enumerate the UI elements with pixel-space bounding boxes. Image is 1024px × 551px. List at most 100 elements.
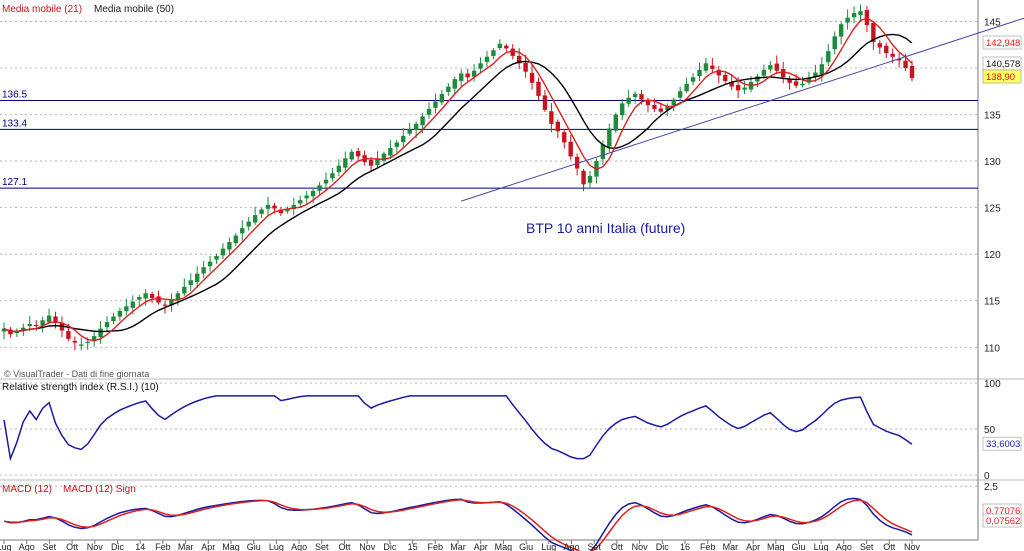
rsi-tick-label: 0 [984, 471, 990, 482]
ma21-value-label: 142,948 [986, 38, 1020, 49]
candle-body [227, 242, 232, 250]
candle-body [162, 304, 168, 306]
x-tick-label: Ott [611, 542, 624, 551]
candle-body [587, 175, 593, 183]
price-tick-label: 125 [984, 204, 1001, 215]
candle-body [523, 62, 528, 72]
candle-body [562, 132, 567, 143]
x-tick-label: Lug [269, 542, 284, 551]
candle-body [368, 159, 374, 166]
x-tick-label: Ago [291, 542, 307, 551]
candle-body [207, 261, 213, 267]
price-tick-label: 120 [984, 250, 1001, 261]
candle-body [884, 45, 889, 54]
x-tick-label: Set [587, 542, 601, 551]
x-tick-label: Ago [19, 542, 35, 551]
x-tick-label: Mar [723, 542, 739, 551]
candle-body [143, 293, 148, 299]
candle-body [684, 83, 689, 92]
candle-body [401, 135, 406, 143]
price-value-label: 138,90 [986, 72, 1015, 83]
candle-body [504, 45, 509, 49]
candle-body [156, 296, 161, 303]
x-tick-label: Mag [222, 542, 240, 551]
candle-body [413, 123, 419, 130]
x-tick-label: Set [43, 542, 57, 551]
watermark: © VisualTrader - Dati di fine giornata [4, 369, 149, 379]
x-tick-label: Nov [87, 542, 104, 551]
x-tick-label: Mag [495, 542, 513, 551]
candle-body [832, 36, 837, 50]
x-tick-label: Mag [767, 542, 785, 551]
macd-signal-legend-label: MACD (12) Sign [63, 484, 136, 495]
x-tick-label: Ott [66, 542, 79, 551]
chart-title: BTP 10 anni Italia (future) [526, 220, 685, 236]
x-tick-label: Apr [474, 542, 488, 551]
price-tick-label: 145 [984, 17, 1001, 28]
candle-body [394, 142, 400, 147]
x-tick-label: Ago [836, 542, 852, 551]
candle-body [259, 209, 264, 214]
x-tick-label: Dic [383, 542, 396, 551]
price-tick-label: 110 [984, 343, 1000, 354]
candle-body [317, 185, 322, 191]
x-tick-label: Ott [338, 542, 351, 551]
rsi-value-label: 33,6003 [986, 439, 1020, 450]
candle-body [877, 43, 883, 48]
candle-body [690, 77, 696, 82]
x-tick-label: Dic [656, 542, 669, 551]
candle-body [439, 94, 445, 103]
ma50-value-label: 140,578 [986, 59, 1020, 70]
candle-body [201, 267, 206, 274]
x-tick-label: Feb [428, 542, 444, 551]
candle-body [710, 65, 715, 69]
candle-body [330, 173, 335, 179]
candle-body [838, 24, 844, 37]
macd-legend-label: MACD (12) [2, 484, 52, 495]
x-tick-label: Apr [746, 542, 760, 551]
candle-body [845, 17, 850, 23]
candle-body [240, 228, 245, 234]
candle-body [46, 315, 52, 323]
candle-body [645, 100, 651, 106]
candle-body [33, 324, 39, 327]
candle-body [851, 13, 857, 18]
candle-body [310, 190, 316, 197]
candle-body [478, 63, 483, 69]
candle-body [639, 94, 644, 100]
candle-body [787, 79, 792, 83]
x-tick-label: Set [860, 542, 874, 551]
price-tick-label: 130 [984, 157, 1001, 168]
rsi-panel-title: Relative strength index (R.S.I.) (10) [2, 382, 159, 393]
candle-body [214, 256, 219, 260]
candle-body [735, 84, 741, 91]
price-tick-label: 135 [984, 111, 1001, 122]
candle-body [220, 248, 226, 256]
x-tick-label: Nov [632, 542, 649, 551]
candle-body [723, 74, 728, 81]
candle-body [246, 221, 251, 227]
candle-body [446, 86, 451, 93]
price-tick-label: 115 [984, 297, 1000, 308]
macd-tick-label: 2,5 [984, 482, 998, 493]
candle-body [555, 121, 561, 132]
candle-body [426, 108, 432, 115]
candle-body [104, 322, 110, 328]
x-tick-label: Ott [883, 542, 896, 551]
candle-body [188, 280, 193, 286]
x-tick-label: Lug [814, 542, 829, 551]
x-tick-label: Giu [791, 542, 805, 551]
candle-body [909, 65, 915, 79]
candle-body [272, 205, 277, 209]
rsi-tick-label: 100 [984, 379, 1001, 390]
candle-body [613, 114, 618, 131]
macd-signal-value-label: 0,07562 [986, 516, 1020, 527]
candle-body [671, 99, 676, 106]
candle-body [98, 328, 103, 338]
x-tick-label: Lug [0, 542, 12, 551]
candle-body [652, 105, 657, 109]
level-label: 136.5 [2, 90, 27, 101]
candle-body [137, 297, 142, 300]
candle-body [549, 111, 554, 124]
candle-body [124, 306, 129, 311]
